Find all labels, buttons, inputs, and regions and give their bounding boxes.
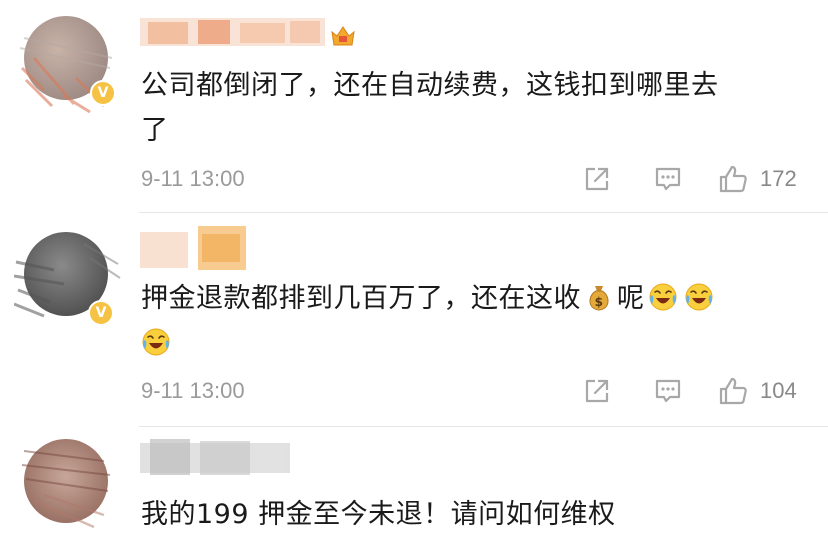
share-icon[interactable] — [582, 164, 612, 194]
comment-item: V 押金退款都排到几百万了，还在这收 呢 9-11 13:00 104 — [0, 214, 828, 426]
avatar[interactable] — [14, 431, 122, 539]
comment-text-line: 押金退款都排到几百万了，还在这收 呢 — [141, 276, 801, 321]
thumbs-up-icon[interactable] — [718, 164, 748, 194]
username-redacted[interactable] — [140, 437, 290, 479]
timestamp: 9-11 13:00 — [141, 378, 245, 403]
money-bag-emoji — [584, 282, 614, 312]
comment-text-segment: 呢 — [617, 283, 645, 314]
comment-item: 我的199 押金至今未退！请问如何维权 — [0, 427, 828, 544]
laughing-crying-emoji — [684, 282, 714, 312]
comment-meta: 9-11 13:00 104 — [141, 376, 803, 408]
comment-icon[interactable] — [653, 164, 683, 194]
like-count: 104 — [760, 378, 797, 403]
comment-text: 押金退款都排到几百万了，还在这收 呢 — [141, 276, 801, 366]
share-icon[interactable] — [582, 376, 612, 406]
comment-text-line — [141, 321, 801, 366]
comment-text-line: 公司都倒闭了，还在自动续费，这钱扣到哪里去 — [141, 70, 719, 101]
comment-item: V 公司都倒闭了，还在自动续费，这钱扣到哪里去 了 9-11 13:00 172 — [0, 0, 828, 213]
thumbs-up-icon[interactable] — [718, 376, 748, 406]
comment-text: 公司都倒闭了，还在自动续费，这钱扣到哪里去 了 — [141, 63, 801, 153]
avatar[interactable]: V — [14, 8, 122, 116]
laughing-crying-emoji — [141, 327, 171, 357]
comment-text-line: 了 — [141, 115, 169, 146]
verified-badge-icon: V — [90, 80, 116, 106]
avatar[interactable]: V — [14, 224, 122, 332]
comment-meta: 9-11 13:00 172 — [141, 164, 803, 196]
crown-icon — [331, 26, 355, 46]
like-count: 172 — [760, 166, 797, 191]
comment-text: 我的199 押金至今未退！请问如何维权 — [141, 492, 801, 537]
laughing-crying-emoji — [648, 282, 678, 312]
timestamp: 9-11 13:00 — [141, 166, 245, 191]
comment-text-line: 我的199 押金至今未退！请问如何维权 — [141, 499, 616, 530]
comment-list: V 公司都倒闭了，还在自动续费，这钱扣到哪里去 了 9-11 13:00 172 — [0, 0, 828, 544]
username-redacted[interactable] — [140, 14, 325, 50]
comment-text-segment: 押金退款都排到几百万了，还在这收 — [141, 283, 581, 314]
divider — [139, 212, 828, 213]
comment-icon[interactable] — [653, 376, 683, 406]
verified-badge-icon: V — [88, 300, 114, 326]
username-redacted[interactable] — [140, 224, 250, 274]
